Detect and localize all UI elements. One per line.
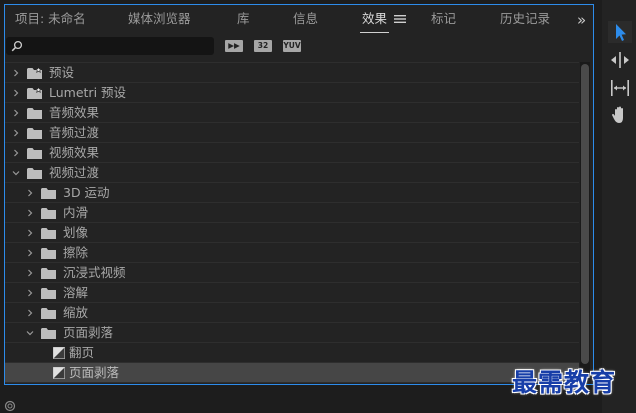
yuv-filter-button[interactable]: YUV	[283, 40, 301, 52]
folder-item[interactable]: 内滑	[5, 203, 579, 223]
folder-item[interactable]: 预设	[5, 63, 579, 83]
chevron-right-icon[interactable]	[25, 308, 35, 318]
tab-project[interactable]: 项目: 未命名	[15, 10, 86, 30]
chevron-right-icon[interactable]	[25, 208, 35, 218]
tab-label: 效果	[362, 11, 388, 26]
tab-label: 信息	[293, 11, 319, 26]
chevron-right-icon[interactable]	[25, 268, 35, 278]
folder-icon	[41, 268, 56, 279]
folder-icon	[41, 288, 56, 299]
chevron-right-icon[interactable]	[25, 288, 35, 298]
folder-item[interactable]: 3D 运动	[5, 183, 579, 203]
32bit-color-filter-button[interactable]: 32	[254, 40, 272, 52]
tree-item-label: 预设	[49, 65, 75, 80]
tree-item-label: 沉浸式视频	[63, 265, 126, 280]
tab-history[interactable]: 历史记录	[500, 10, 550, 30]
effects-panel: 项目: 未命名 媒体浏览器 库 信息 效果 标记 历史记录 » ▶▶ 32 YU…	[4, 4, 594, 385]
active-tab-underline	[360, 32, 390, 33]
folder-icon	[41, 248, 56, 259]
vertical-scrollbar[interactable]	[580, 62, 590, 380]
chevron-right-icon[interactable]	[11, 148, 21, 158]
tab-media-browser[interactable]: 媒体浏览器	[128, 10, 191, 30]
effects-tree: 预设 Lumetri 预设 音频效果音频过渡视频效果视频过渡 3D 运动内滑划像擦除沉…	[5, 62, 579, 385]
tab-label: 项目: 未命名	[15, 11, 86, 26]
folder-item[interactable]: Lumetri 预设	[5, 83, 579, 103]
tree-item-label: 视频过渡	[49, 165, 100, 180]
tree-item-label: 音频过渡	[49, 125, 100, 140]
scrollbar-thumb[interactable]	[581, 64, 589, 364]
watermark-logo: 最需教育	[512, 368, 617, 397]
effect-item[interactable]: 页面剥落	[5, 363, 579, 383]
tree-item-label: 溶解	[63, 285, 89, 300]
tab-label: 媒体浏览器	[128, 11, 191, 26]
panel-menu-icon[interactable]	[394, 14, 406, 24]
chevron-right-icon[interactable]	[11, 88, 21, 98]
hand-tool-icon[interactable]	[608, 104, 632, 126]
tree-item-label: 视频效果	[49, 145, 100, 160]
tree-item-label: 划像	[63, 225, 89, 240]
ripple-edit-tool-icon[interactable]	[608, 77, 632, 99]
folder-icon	[27, 128, 42, 139]
preset-folder-icon	[27, 67, 42, 79]
folder-icon	[41, 228, 56, 239]
folder-icon	[27, 168, 42, 179]
preset-folder-icon	[27, 87, 42, 99]
tree-item-label: 擦除	[63, 245, 89, 260]
chevron-down-icon[interactable]	[25, 328, 35, 338]
folder-icon	[41, 328, 56, 339]
tab-libraries[interactable]: 库	[237, 10, 250, 30]
chevron-right-icon[interactable]	[25, 188, 35, 198]
chevron-down-icon[interactable]	[11, 168, 21, 178]
folder-item[interactable]: 视频效果	[5, 143, 579, 163]
chevron-right-icon[interactable]	[25, 248, 35, 258]
chevron-right-icon[interactable]	[11, 128, 21, 138]
folder-item[interactable]: 音频效果	[5, 103, 579, 123]
tab-label: 历史记录	[500, 11, 551, 26]
folder-item[interactable]: 溶解	[5, 283, 579, 303]
search-input[interactable]	[6, 37, 214, 55]
panel-tab-bar: 项目: 未命名 媒体浏览器 库 信息 效果 标记 历史记录 »	[5, 5, 593, 33]
folder-icon	[41, 208, 56, 219]
tree-item-label: 缩放	[63, 305, 89, 320]
folder-item[interactable]: 缩放	[5, 303, 579, 323]
status-icon	[4, 400, 16, 412]
tree-item-label: 翻页	[69, 345, 95, 360]
tree-item-label: 内滑	[63, 205, 89, 220]
tab-label: 库	[237, 11, 250, 26]
folder-item[interactable]: 页面剥落	[5, 323, 579, 343]
more-panels-icon[interactable]: »	[577, 11, 586, 29]
chevron-right-icon[interactable]	[11, 108, 21, 118]
folder-item[interactable]: 视频过渡	[5, 163, 579, 183]
tab-effects[interactable]: 效果	[360, 10, 390, 33]
chevron-right-icon[interactable]	[11, 68, 21, 78]
tree-item-label: Lumetri 预设	[49, 85, 127, 100]
folder-icon	[27, 108, 42, 119]
tree-item-label: 页面剥落	[69, 365, 120, 380]
tab-label: 标记	[431, 11, 457, 26]
tree-item-label: 页面剥落	[63, 325, 114, 340]
transition-effect-icon	[53, 347, 65, 359]
track-select-tool-icon[interactable]	[608, 49, 632, 71]
folder-icon	[27, 148, 42, 159]
folder-icon	[41, 308, 56, 319]
folder-item[interactable]: 划像	[5, 223, 579, 243]
accelerated-effects-filter-button[interactable]: ▶▶	[225, 40, 243, 52]
folder-icon	[41, 188, 56, 199]
tools-panel	[602, 0, 636, 413]
tree-item-label: 3D 运动	[63, 185, 110, 200]
transition-effect-icon	[53, 367, 65, 379]
selection-tool-icon[interactable]	[608, 21, 632, 43]
tab-markers[interactable]: 标记	[431, 10, 456, 30]
tab-info[interactable]: 信息	[293, 10, 318, 30]
tree-item-label: 音频效果	[49, 105, 100, 120]
folder-item[interactable]: 沉浸式视频	[5, 263, 579, 283]
folder-item[interactable]: 音频过渡	[5, 123, 579, 143]
chevron-right-icon[interactable]	[25, 228, 35, 238]
effect-item[interactable]: 翻页	[5, 343, 579, 363]
folder-item[interactable]: 擦除	[5, 243, 579, 263]
search-icon	[11, 40, 23, 52]
